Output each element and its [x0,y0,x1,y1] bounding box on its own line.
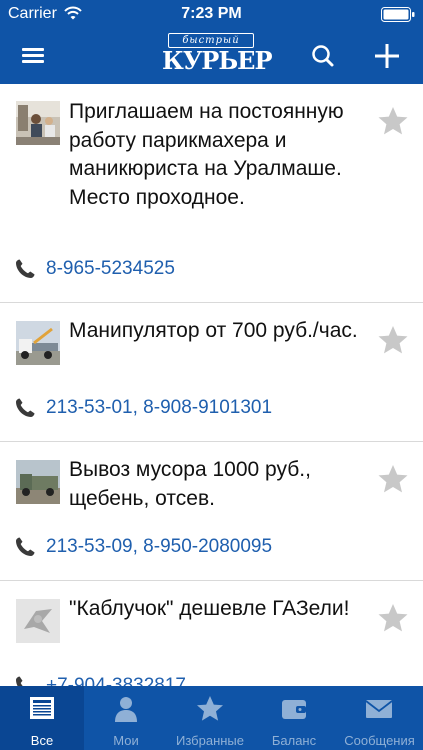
clock: 7:23 PM [181,5,242,22]
listing-title: Манипулятор от 700 руб./час. [69,319,358,342]
tab-mine[interactable]: Мои [84,686,168,750]
listing-thumbnail [16,101,60,145]
phone-link[interactable]: 213-53-09, 8-950-2080095 [46,534,272,560]
tab-label: Сообщения [344,733,415,748]
envelope-icon [365,700,393,718]
phone-link[interactable]: +7-904-3832817 [46,673,186,686]
tab-balance[interactable]: Баланс [252,686,336,750]
status-bar: Carrier 7:23 PM [0,0,423,28]
search-button[interactable] [306,40,340,72]
listing-thumbnail [16,460,60,504]
search-icon [312,45,334,67]
tab-favorites[interactable]: Избранные [168,686,252,750]
star-icon [197,696,223,721]
favorite-button[interactable] [376,105,410,137]
phone-icon [16,398,35,417]
phone-icon [16,537,35,556]
listing-title: Вывоз мусора 1000 руб., щебень, отсев. [69,458,311,510]
favorite-button[interactable] [376,602,410,634]
phone-link[interactable]: 213-53-01, 8-908-9101301 [46,395,272,421]
phone-link[interactable]: 8-965-5234525 [46,256,175,282]
menu-icon-line [22,54,44,57]
tab-label: Мои [113,733,139,748]
menu-button[interactable] [14,42,54,70]
tab-label: Избранные [176,733,244,748]
logo-title: КУРЬЕР [162,46,273,75]
app-logo: быстрый КУРЬЕР [162,33,273,75]
phone-icon [16,676,23,686]
person-icon [115,697,137,722]
wallet-icon [282,700,306,719]
tab-bar: Все Мои Избранные Баланс Сообщения [0,686,423,750]
phone-icon [16,259,35,278]
add-listing-button[interactable] [370,40,404,72]
navigation-bar: быстрый КУРЬЕР [0,28,423,84]
listing-card[interactable]: "Каблучок" дешевле ГАЗели! +7-904-383281… [0,581,423,686]
listing-title: Приглашаем на постоянную работу парикмах… [69,100,344,209]
listings-list: Приглашаем на постоянную работу парикмах… [0,84,423,686]
listing-thumbnail [16,599,60,643]
listing-card[interactable]: Манипулятор от 700 руб./час. 213-53-01, … [0,303,423,442]
tab-messages[interactable]: Сообщения [336,686,423,750]
star-icon [378,107,408,135]
menu-icon-line [22,48,44,51]
favorite-button[interactable] [376,324,410,356]
star-icon [378,465,408,493]
favorite-button[interactable] [376,463,410,495]
battery-icon [381,7,415,22]
listing-thumbnail [16,321,60,365]
plus-icon [375,44,399,68]
tab-label: Баланс [271,733,317,748]
tab-all[interactable]: Все [0,686,84,750]
tab-label: Все [30,733,54,748]
menu-icon-line [22,60,44,63]
listing-title: "Каблучок" дешевле ГАЗели! [69,597,350,620]
star-icon [378,604,408,632]
newspaper-icon [30,697,54,719]
star-icon [378,326,408,354]
listing-card[interactable]: Приглашаем на постоянную работу парикмах… [0,84,423,303]
listing-card[interactable]: Вывоз мусора 1000 руб., щебень, отсев. 2… [0,442,423,581]
